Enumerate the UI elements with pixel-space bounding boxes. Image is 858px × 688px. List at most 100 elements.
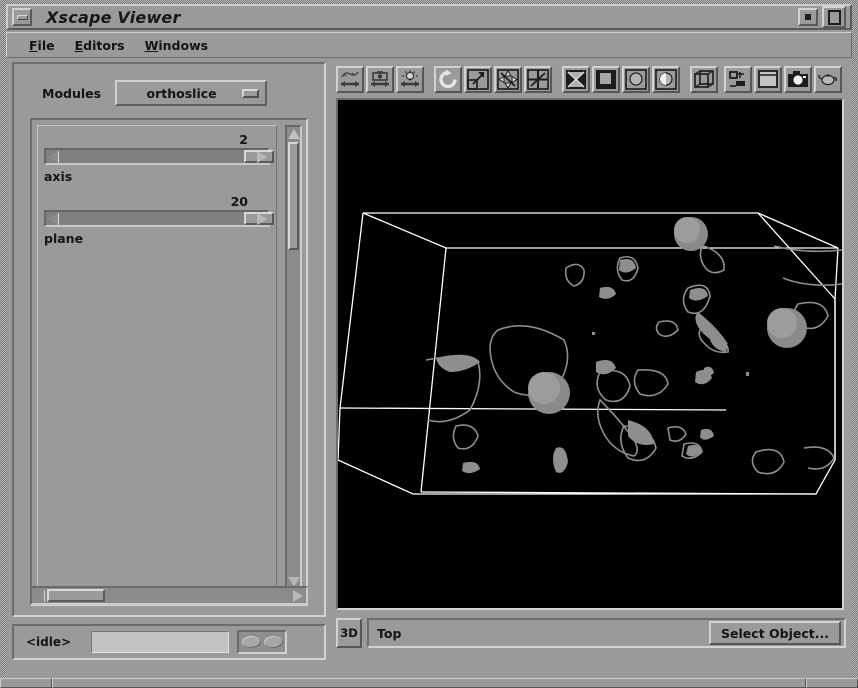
title-bar-buttons bbox=[794, 6, 846, 28]
viewer-view-label: Top bbox=[377, 625, 402, 641]
viewport-3d[interactable] bbox=[336, 98, 844, 610]
axis-slider-decrement-button[interactable] bbox=[46, 150, 59, 163]
teapot-button[interactable] bbox=[814, 65, 842, 93]
plane-slider-increment-button[interactable] bbox=[255, 212, 268, 225]
activity-indicator-icon[interactable] bbox=[237, 630, 288, 654]
minimize-icon bbox=[16, 14, 28, 20]
resize-handle-bottom-right[interactable] bbox=[806, 678, 858, 688]
light-bulb-icon bbox=[401, 69, 419, 87]
resize-handle-bottom-left[interactable] bbox=[0, 678, 52, 688]
horizontal-scrollbar-thumb[interactable] bbox=[47, 589, 105, 602]
plane-slider-label: plane bbox=[44, 231, 84, 246]
status-bar: <idle> bbox=[12, 624, 326, 660]
view-rotate-mode-button[interactable] bbox=[336, 65, 364, 93]
menu-item-editors[interactable]: Editors bbox=[65, 35, 135, 56]
bowtie-square-icon bbox=[566, 69, 586, 89]
menu-bar: File Editors Windows bbox=[6, 32, 852, 58]
resize-handle-bottom[interactable] bbox=[52, 678, 806, 688]
activity-led-right-icon bbox=[263, 636, 283, 648]
clear-window-button[interactable] bbox=[754, 65, 782, 93]
window-frame: Xscape Viewer File Editors Windows Modul… bbox=[0, 0, 858, 688]
diagonal-crosshair-icon bbox=[527, 68, 549, 90]
option-menu-indicator-icon bbox=[242, 88, 260, 98]
menu-item-windows[interactable]: Windows bbox=[135, 35, 219, 56]
title-bar[interactable]: Xscape Viewer bbox=[6, 4, 852, 30]
seek-button[interactable] bbox=[494, 65, 522, 93]
menu-item-windows-rest: indows bbox=[158, 37, 209, 53]
viewer-bottom-bar: 3D Top Select Object... bbox=[336, 616, 846, 650]
activity-led-left-icon bbox=[241, 636, 261, 648]
modules-option-menu[interactable]: orthoslice bbox=[115, 80, 268, 106]
main-body: Modules orthoslice 2 axis 20 plane <idle… bbox=[6, 58, 852, 678]
modules-label: Modules bbox=[42, 85, 102, 101]
circular-arrow-icon bbox=[439, 69, 457, 88]
arrow-down-icon bbox=[287, 576, 300, 587]
draw-style-wireframe-button[interactable] bbox=[562, 65, 590, 93]
render-pane: 3D Top Select Object... bbox=[332, 62, 848, 660]
viewport-background bbox=[338, 100, 842, 608]
axis-slider[interactable] bbox=[44, 148, 274, 165]
axis-slider-label: axis bbox=[44, 169, 73, 184]
progress-bar bbox=[91, 631, 230, 653]
module-panel: Modules orthoslice 2 axis 20 plane bbox=[12, 62, 326, 617]
vertical-scrollbar-thumb[interactable] bbox=[288, 142, 299, 250]
view-reset-button[interactable] bbox=[434, 65, 462, 93]
perspective-toggle-button[interactable] bbox=[724, 65, 752, 93]
camera-pan-icon bbox=[371, 70, 389, 87]
window-title: Xscape Viewer bbox=[46, 7, 181, 27]
view-light-mode-button[interactable] bbox=[396, 65, 424, 93]
slider-container: 2 axis 20 plane bbox=[37, 125, 277, 590]
menu-item-file-rest: ile bbox=[37, 37, 55, 53]
arrow-left-icon bbox=[47, 150, 58, 163]
zoom-crosshair-button[interactable] bbox=[524, 65, 552, 93]
camera-icon bbox=[788, 70, 808, 87]
iconify-icon bbox=[805, 14, 811, 20]
viewer-info-field: Top Select Object... bbox=[367, 618, 846, 648]
window-menu-button[interactable] bbox=[12, 8, 32, 26]
arrow-right-icon bbox=[256, 150, 267, 163]
arrow-left-icon bbox=[47, 212, 58, 225]
view-all-button[interactable] bbox=[464, 65, 492, 93]
plane-slider-decrement-button[interactable] bbox=[46, 212, 59, 225]
module-vertical-scrollbar[interactable] bbox=[285, 125, 302, 590]
scroll-left-button[interactable] bbox=[32, 589, 45, 602]
maximize-button[interactable] bbox=[822, 6, 846, 28]
arrow-left-icon bbox=[33, 589, 44, 602]
trackball-rotate-icon bbox=[341, 71, 359, 87]
select-object-button[interactable]: Select Object... bbox=[709, 621, 841, 645]
four-way-arrow-icon bbox=[497, 68, 519, 90]
menu-item-file[interactable]: File bbox=[19, 35, 65, 56]
slider-group-plane: 20 plane bbox=[44, 194, 274, 246]
filled-square-icon bbox=[596, 69, 616, 89]
scene-render bbox=[338, 100, 842, 608]
teapot-icon bbox=[818, 73, 837, 85]
axis-slider-value: 2 bbox=[239, 132, 248, 147]
plane-slider[interactable] bbox=[44, 210, 274, 227]
window-border-right[interactable] bbox=[852, 0, 858, 688]
blank-window-icon bbox=[758, 69, 778, 88]
snapshot-button[interactable] bbox=[784, 65, 812, 93]
axis-slider-increment-button[interactable] bbox=[255, 150, 268, 163]
view-all-box-icon bbox=[467, 68, 489, 90]
bounding-box-button[interactable] bbox=[690, 65, 718, 93]
slider-group-axis: 2 axis bbox=[44, 132, 274, 184]
perspective-icon bbox=[729, 70, 745, 87]
draw-style-sphere-button[interactable] bbox=[622, 65, 650, 93]
scroll-up-button[interactable] bbox=[287, 127, 300, 140]
maximize-icon bbox=[827, 9, 841, 25]
view-pan-mode-button[interactable] bbox=[366, 65, 394, 93]
menu-item-editors-rest: ditors bbox=[83, 37, 125, 53]
cube-outline-icon bbox=[694, 69, 714, 88]
draw-style-filled-button[interactable] bbox=[592, 65, 620, 93]
viewer-mode-button[interactable]: 3D bbox=[336, 618, 362, 648]
arrow-up-icon bbox=[287, 128, 300, 139]
scroll-right-button[interactable] bbox=[291, 589, 304, 602]
circle-square-icon bbox=[625, 68, 647, 90]
arrow-right-icon bbox=[256, 212, 267, 225]
module-scroll-area: 2 axis 20 plane bbox=[30, 118, 308, 606]
draw-style-half-button[interactable] bbox=[652, 65, 680, 93]
arrow-right-icon bbox=[292, 589, 303, 602]
module-horizontal-scrollbar[interactable] bbox=[30, 586, 308, 605]
iconify-button[interactable] bbox=[798, 8, 818, 26]
status-text: <idle> bbox=[26, 635, 72, 649]
